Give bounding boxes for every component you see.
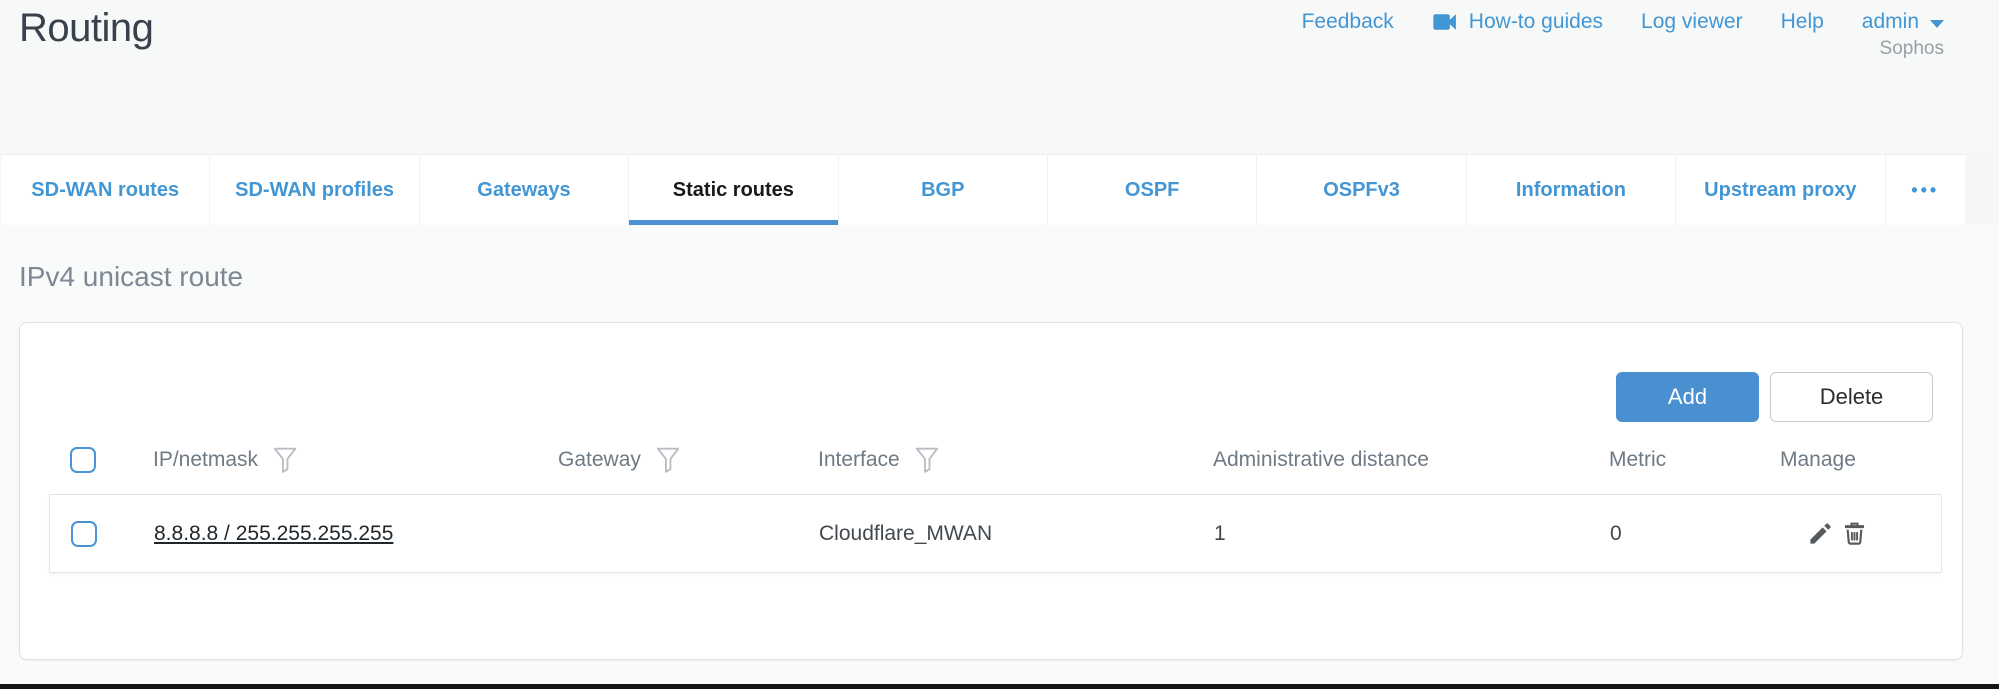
route-interface-value: Cloudflare_MWAN bbox=[819, 522, 1214, 546]
route-ip-netmask-link[interactable]: 8.8.8.8 / 255.255.255.255 bbox=[154, 522, 393, 545]
tab-ospf[interactable]: OSPF bbox=[1048, 155, 1257, 225]
table-row: 8.8.8.8 / 255.255.255.255 Cloudflare_MWA… bbox=[49, 494, 1942, 573]
routing-tab-bar: SD-WAN routes SD-WAN profiles Gateways S… bbox=[1, 154, 1965, 225]
route-metric-value: 0 bbox=[1610, 522, 1781, 546]
tab-bgp[interactable]: BGP bbox=[839, 155, 1048, 225]
tab-information[interactable]: Information bbox=[1467, 155, 1676, 225]
column-label-gateway: Gateway bbox=[558, 448, 641, 472]
filter-icon[interactable] bbox=[914, 446, 940, 474]
select-all-checkbox[interactable] bbox=[70, 447, 96, 473]
column-label-manage: Manage bbox=[1780, 448, 1856, 472]
tab-sdwan-routes[interactable]: SD-WAN routes bbox=[1, 155, 210, 225]
route-admin-distance-value: 1 bbox=[1214, 522, 1610, 546]
filter-icon[interactable] bbox=[272, 446, 298, 474]
help-link[interactable]: Help bbox=[1781, 10, 1824, 34]
content-area: IPv4 unicast route Add Delete IP/netmask… bbox=[0, 225, 1999, 684]
log-viewer-link[interactable]: Log viewer bbox=[1641, 10, 1743, 34]
feedback-link[interactable]: Feedback bbox=[1302, 10, 1394, 34]
page-title: Routing bbox=[19, 2, 153, 54]
filter-icon[interactable] bbox=[655, 446, 681, 474]
row-checkbox[interactable] bbox=[71, 521, 97, 547]
static-routes-card: Add Delete IP/netmask Gateway Interface … bbox=[19, 322, 1963, 660]
section-heading: IPv4 unicast route bbox=[19, 261, 243, 293]
top-nav: Feedback How-to guides Log viewer Help a… bbox=[1302, 10, 1944, 34]
chevron-down-icon bbox=[1930, 20, 1944, 28]
tab-sdwan-profiles[interactable]: SD-WAN profiles bbox=[210, 155, 419, 225]
add-button[interactable]: Add bbox=[1616, 372, 1759, 422]
edit-pencil-icon[interactable] bbox=[1807, 520, 1834, 547]
top-header: Routing Feedback How-to guides Log viewe… bbox=[0, 0, 1999, 154]
howto-guides-link[interactable]: How-to guides bbox=[1432, 10, 1603, 34]
admin-menu[interactable]: admin bbox=[1862, 10, 1944, 34]
column-label-interface: Interface bbox=[818, 448, 900, 472]
column-label-metric: Metric bbox=[1609, 448, 1666, 472]
delete-trash-icon[interactable] bbox=[1841, 520, 1868, 547]
column-label-ip-netmask: IP/netmask bbox=[153, 448, 258, 472]
tab-upstream-proxy[interactable]: Upstream proxy bbox=[1676, 155, 1885, 225]
tab-static-routes[interactable]: Static routes bbox=[629, 155, 838, 225]
bottom-edge-strip bbox=[0, 684, 1999, 689]
tab-ospfv3[interactable]: OSPFv3 bbox=[1257, 155, 1466, 225]
tabs-overflow-button[interactable]: ••• bbox=[1886, 155, 1965, 225]
table-header-row: IP/netmask Gateway Interface Administrat… bbox=[49, 438, 1942, 482]
tab-gateways[interactable]: Gateways bbox=[420, 155, 629, 225]
account-label: Sophos bbox=[1880, 38, 1944, 60]
video-camera-icon bbox=[1432, 11, 1460, 33]
column-label-admin-distance: Administrative distance bbox=[1213, 448, 1429, 472]
delete-button[interactable]: Delete bbox=[1770, 372, 1933, 422]
